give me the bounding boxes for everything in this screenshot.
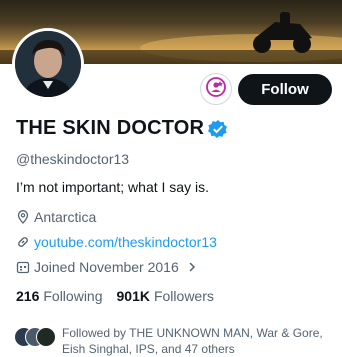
profile-bio: I’m not important; what I say is. — [16, 179, 209, 195]
follow-button[interactable]: Follow — [238, 74, 332, 105]
link-icon — [16, 235, 30, 249]
joined-text: Joined November 2016 — [34, 259, 179, 275]
following-count: 216 — [16, 288, 40, 304]
subscribe-button[interactable] — [200, 73, 232, 105]
followers-count: 901K — [116, 288, 150, 304]
website-link[interactable]: youtube.com/theskindoctor13 — [34, 234, 217, 250]
following-stat[interactable]: 216 Following — [16, 288, 103, 304]
joined-row[interactable]: Joined November 2016 — [16, 259, 197, 275]
avatar — [15, 31, 81, 97]
followers-label: Followers — [153, 288, 214, 304]
location-row: Antarctica — [16, 209, 96, 225]
following-label: Following — [43, 288, 103, 304]
calendar-icon — [16, 260, 30, 274]
follower-avatar — [36, 327, 56, 347]
followers-stat[interactable]: 901K Followers — [117, 288, 214, 304]
followed-by-text: Followed by THE UNKNOWN MAN, War & Gore,… — [62, 326, 323, 356]
verified-icon[interactable] — [208, 119, 228, 139]
followed-by[interactable]: Followed by THE UNKNOWN MAN, War & Gore,… — [14, 325, 340, 357]
website-row: youtube.com/theskindoctor13 — [16, 234, 217, 250]
chevron-right-icon — [187, 261, 197, 273]
location-text: Antarctica — [34, 209, 97, 225]
profile-stats: 216 Following 901K Followers — [16, 288, 228, 304]
follower-avatars — [14, 325, 58, 349]
display-name: THE SKIN DOCTOR — [16, 117, 205, 139]
profile-name-row: THE SKIN DOCTOR — [16, 117, 228, 140]
profile-avatar[interactable] — [12, 28, 84, 100]
profile-handle: @theskindoctor13 — [16, 151, 130, 167]
subscribe-icon — [206, 76, 226, 102]
location-icon — [16, 210, 30, 224]
